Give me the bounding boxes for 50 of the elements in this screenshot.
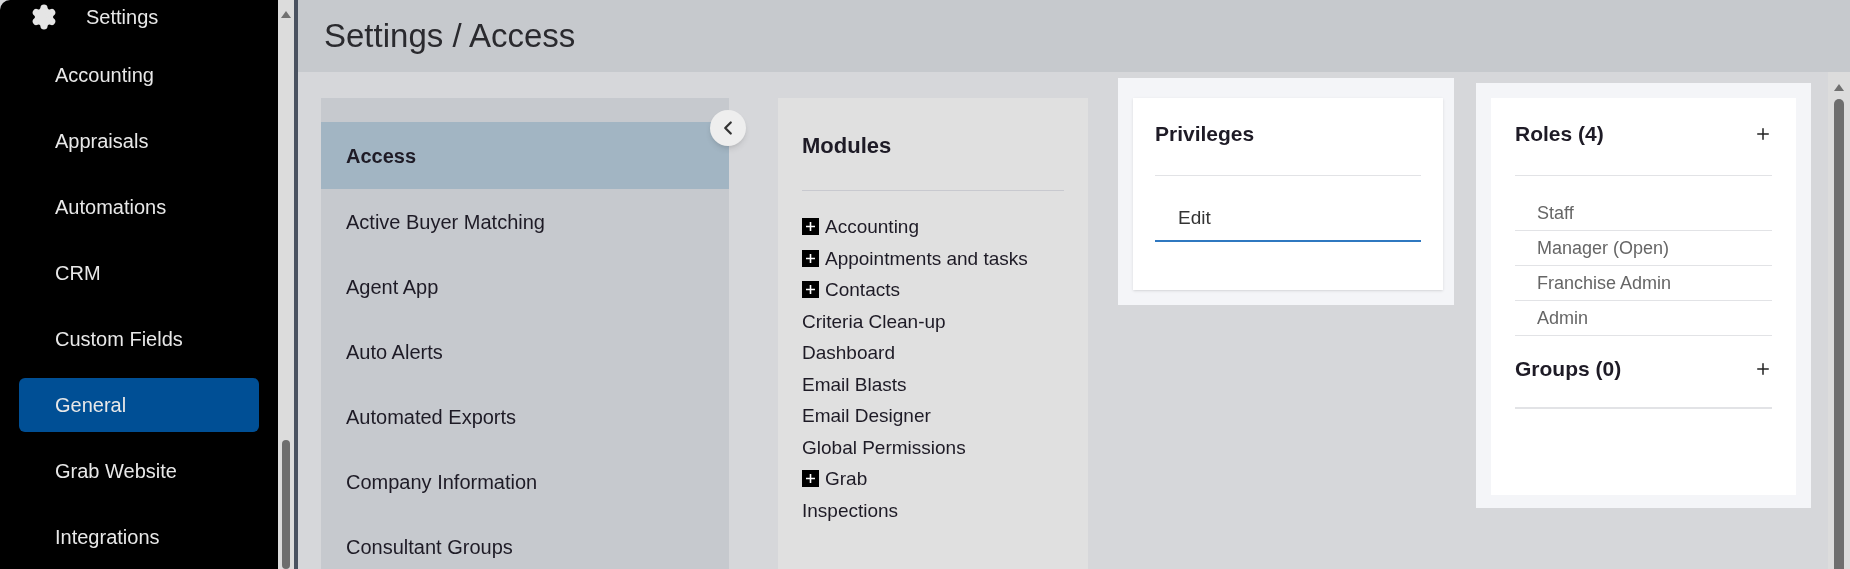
- scrollbar-thumb[interactable]: [282, 440, 290, 569]
- roles-title: Roles (4): [1515, 121, 1604, 148]
- collapse-button[interactable]: [710, 110, 746, 146]
- module-item[interactable]: Email Blasts: [802, 368, 907, 400]
- settings-list-item[interactable]: Company Information: [321, 449, 729, 514]
- scroll-up-icon[interactable]: [281, 11, 291, 18]
- role-item[interactable]: Staff: [1515, 196, 1772, 231]
- sidebar-item[interactable]: Custom Fields: [19, 312, 259, 366]
- module-item[interactable]: Email Designer: [802, 400, 931, 432]
- privilege-tab[interactable]: Edit: [1155, 196, 1421, 242]
- expand-icon[interactable]: [802, 281, 819, 298]
- role-item[interactable]: Admin: [1515, 301, 1772, 336]
- add-role-icon[interactable]: [1754, 125, 1772, 143]
- module-item[interactable]: Grab: [825, 463, 868, 495]
- expand-icon[interactable]: [802, 249, 819, 267]
- sidebar-item[interactable]: Appraisals: [19, 114, 259, 168]
- scrollbar-thumb[interactable]: [1834, 99, 1844, 569]
- scrollbar[interactable]: [1828, 72, 1850, 569]
- module-item[interactable]: Criteria Clean-up: [802, 305, 946, 337]
- page-title: Settings / Access: [324, 16, 576, 57]
- privileges-title: Privileges: [1155, 121, 1256, 148]
- role-item[interactable]: Manager (Open): [1515, 231, 1772, 266]
- module-item[interactable]: Appointments and tasks: [825, 242, 1028, 274]
- sidebar-item[interactable]: Integrations: [19, 510, 259, 564]
- sidebar-item[interactable]: Automations: [19, 180, 259, 234]
- settings-list-item[interactable]: Consultant Groups: [321, 514, 729, 569]
- module-item[interactable]: Dashboard: [802, 337, 895, 369]
- expand-icon[interactable]: [802, 218, 819, 235]
- settings-list-item[interactable]: Access: [321, 122, 729, 189]
- settings-list-item[interactable]: Agent App: [321, 254, 729, 319]
- scrollbar[interactable]: [278, 0, 294, 569]
- sidebar-item[interactable]: CRM: [19, 246, 259, 300]
- module-item[interactable]: Global Permissions: [802, 431, 966, 463]
- sidebar-item[interactable]: General: [19, 378, 259, 432]
- settings-list-item[interactable]: Auto Alerts: [321, 319, 729, 384]
- role-item[interactable]: Franchise Admin: [1515, 266, 1772, 301]
- module-item[interactable]: Accounting: [825, 211, 919, 243]
- module-item[interactable]: Inspections: [802, 494, 899, 526]
- modules-title: Modules: [802, 131, 893, 160]
- sidebar-item[interactable]: Grab Website: [19, 444, 259, 498]
- sidebar-header: Settings: [86, 5, 159, 30]
- expand-icon[interactable]: [802, 470, 819, 487]
- add-group-icon[interactable]: [1754, 360, 1772, 378]
- settings-gear-icon: [30, 3, 58, 31]
- module-item[interactable]: Contacts: [825, 274, 900, 306]
- settings-list-item[interactable]: Automated Exports: [321, 384, 729, 449]
- settings-list-item[interactable]: Active Buyer Matching: [321, 189, 729, 254]
- scroll-up-icon[interactable]: [1834, 84, 1844, 91]
- groups-title: Groups (0): [1515, 356, 1622, 383]
- sidebar-item[interactable]: Accounting: [19, 48, 259, 102]
